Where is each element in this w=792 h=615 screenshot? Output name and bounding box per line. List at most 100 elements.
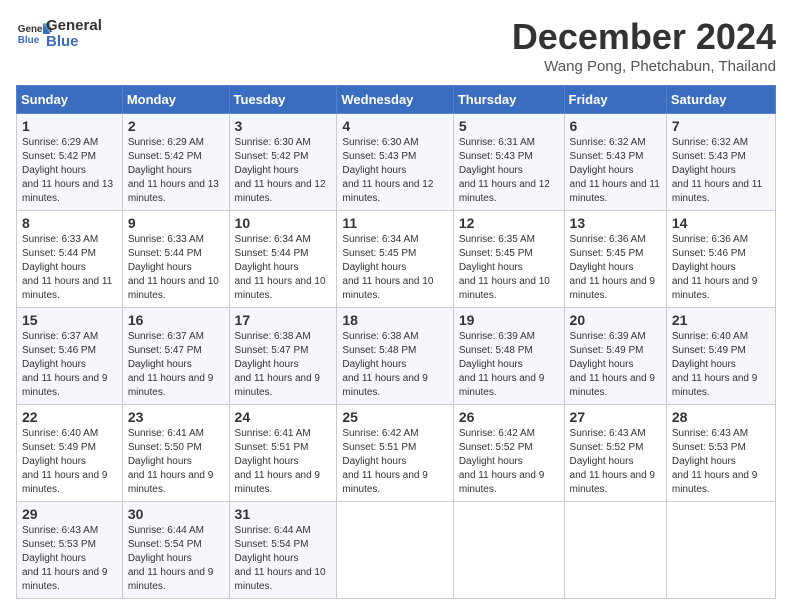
table-row: 29 Sunrise: 6:43 AMSunset: 5:53 PMDayligh… xyxy=(17,502,123,599)
title-area: December 2024 Wang Pong, Phetchabun, Tha… xyxy=(512,16,776,75)
day-info: Sunrise: 6:41 AMSunset: 5:51 PMDaylight … xyxy=(235,427,332,497)
day-number: 24 xyxy=(235,409,332,425)
table-row: 10Sunrise: 6:34 AMSunset: 5:44 PMDayligh… xyxy=(229,211,337,308)
month-title: December 2024 xyxy=(512,16,776,58)
empty-cell xyxy=(666,502,775,599)
day-number: 22 xyxy=(22,409,117,425)
table-row: 9 Sunrise: 6:33 AMSunset: 5:44 PMDaylight… xyxy=(122,211,229,308)
day-number: 19 xyxy=(459,312,559,328)
day-number: 4 xyxy=(342,118,447,134)
header-monday: Monday xyxy=(122,86,229,114)
day-info: Sunrise: 6:43 AMSunset: 5:52 PMDaylight … xyxy=(570,427,661,497)
table-row: 21 Sunrise: 6:40 AMSunset: 5:49 PMDayligh… xyxy=(666,308,775,405)
day-number: 21 xyxy=(672,312,770,328)
table-row: 11 Sunrise: 6:34 AMSunset: 5:45 PMDayligh… xyxy=(337,211,453,308)
table-row: 31Sunrise: 6:44 AMSunset: 5:54 PMDayligh… xyxy=(229,502,337,599)
day-info: Sunrise: 6:40 AMSunset: 5:49 PMDaylight … xyxy=(22,427,117,497)
header-friday: Friday xyxy=(564,86,666,114)
day-number: 20 xyxy=(570,312,661,328)
calendar-week-row: 8 Sunrise: 6:33 AMSunset: 5:44 PMDaylight… xyxy=(17,211,776,308)
table-row: 20 Sunrise: 6:39 AMSunset: 5:49 PMDayligh… xyxy=(564,308,666,405)
day-number: 5 xyxy=(459,118,559,134)
table-row: 7 Sunrise: 6:32 AMSunset: 5:43 PMDaylight… xyxy=(666,114,775,211)
day-number: 11 xyxy=(342,215,447,231)
day-info: Sunrise: 6:33 AMSunset: 5:44 PMDaylight … xyxy=(128,233,224,303)
day-info: Sunrise: 6:31 AMSunset: 5:43 PMDaylight … xyxy=(459,136,559,206)
table-row: 13Sunrise: 6:36 AMSunset: 5:45 PMDayligh… xyxy=(564,211,666,308)
day-info: Sunrise: 6:29 AMSunset: 5:42 PMDaylight … xyxy=(22,136,117,206)
calendar-week-row: 15 Sunrise: 6:37 AMSunset: 5:46 PMDayligh… xyxy=(17,308,776,405)
calendar-week-row: 29 Sunrise: 6:43 AMSunset: 5:53 PMDayligh… xyxy=(17,502,776,599)
day-info: Sunrise: 6:42 AMSunset: 5:51 PMDaylight … xyxy=(342,427,447,497)
day-number: 29 xyxy=(22,506,117,522)
day-number: 6 xyxy=(570,118,661,134)
day-info: Sunrise: 6:32 AMSunset: 5:43 PMDaylight … xyxy=(672,136,770,206)
day-number: 25 xyxy=(342,409,447,425)
day-number: 28 xyxy=(672,409,770,425)
day-info: Sunrise: 6:34 AMSunset: 5:45 PMDaylight … xyxy=(342,233,447,303)
day-info: Sunrise: 6:32 AMSunset: 5:43 PMDaylight … xyxy=(570,136,661,206)
day-number: 27 xyxy=(570,409,661,425)
day-info: Sunrise: 6:34 AMSunset: 5:44 PMDaylight … xyxy=(235,233,332,303)
logo-line2: Blue xyxy=(46,34,102,51)
calendar-week-row: 22 Sunrise: 6:40 AMSunset: 5:49 PMDayligh… xyxy=(17,405,776,502)
day-info: Sunrise: 6:30 AMSunset: 5:42 PMDaylight … xyxy=(235,136,332,206)
header: General Blue General Blue December 2024 … xyxy=(16,16,776,75)
day-info: Sunrise: 6:43 AMSunset: 5:53 PMDaylight … xyxy=(22,524,117,594)
day-info: Sunrise: 6:43 AMSunset: 5:53 PMDaylight … xyxy=(672,427,770,497)
table-row: 18Sunrise: 6:38 AMSunset: 5:48 PMDayligh… xyxy=(337,308,453,405)
calendar-table: Sunday Monday Tuesday Wednesday Thursday… xyxy=(16,85,776,599)
day-number: 1 xyxy=(22,118,117,134)
table-row: 25 Sunrise: 6:42 AMSunset: 5:51 PMDayligh… xyxy=(337,405,453,502)
table-row: 28 Sunrise: 6:43 AMSunset: 5:53 PMDayligh… xyxy=(666,405,775,502)
table-row: 5 Sunrise: 6:31 AMSunset: 5:43 PMDaylight… xyxy=(453,114,564,211)
day-info: Sunrise: 6:40 AMSunset: 5:49 PMDaylight … xyxy=(672,330,770,400)
header-tuesday: Tuesday xyxy=(229,86,337,114)
logo-line1: General xyxy=(46,18,102,35)
day-number: 8 xyxy=(22,215,117,231)
calendar-week-row: 1 Sunrise: 6:29 AMSunset: 5:42 PMDaylight… xyxy=(17,114,776,211)
empty-cell xyxy=(337,502,453,599)
day-info: Sunrise: 6:35 AMSunset: 5:45 PMDaylight … xyxy=(459,233,559,303)
header-saturday: Saturday xyxy=(666,86,775,114)
header-thursday: Thursday xyxy=(453,86,564,114)
day-number: 26 xyxy=(459,409,559,425)
svg-text:Blue: Blue xyxy=(18,35,40,46)
table-row: 26 Sunrise: 6:42 AMSunset: 5:52 PMDayligh… xyxy=(453,405,564,502)
day-info: Sunrise: 6:37 AMSunset: 5:46 PMDaylight … xyxy=(22,330,117,400)
table-row: 16Sunrise: 6:37 AMSunset: 5:47 PMDayligh… xyxy=(122,308,229,405)
table-row: 24 Sunrise: 6:41 AMSunset: 5:51 PMDayligh… xyxy=(229,405,337,502)
day-info: Sunrise: 6:39 AMSunset: 5:49 PMDaylight … xyxy=(570,330,661,400)
day-number: 15 xyxy=(22,312,117,328)
day-info: Sunrise: 6:29 AMSunset: 5:42 PMDaylight … xyxy=(128,136,224,206)
table-row: 17Sunrise: 6:38 AMSunset: 5:47 PMDayligh… xyxy=(229,308,337,405)
day-info: Sunrise: 6:30 AMSunset: 5:43 PMDaylight … xyxy=(342,136,447,206)
day-number: 13 xyxy=(570,215,661,231)
day-number: 18 xyxy=(342,312,447,328)
location-title: Wang Pong, Phetchabun, Thailand xyxy=(512,58,776,75)
day-info: Sunrise: 6:41 AMSunset: 5:50 PMDaylight … xyxy=(128,427,224,497)
day-number: 31 xyxy=(235,506,332,522)
day-number: 2 xyxy=(128,118,224,134)
day-number: 16 xyxy=(128,312,224,328)
header-wednesday: Wednesday xyxy=(337,86,453,114)
table-row: 1 Sunrise: 6:29 AMSunset: 5:42 PMDaylight… xyxy=(17,114,123,211)
day-info: Sunrise: 6:39 AMSunset: 5:48 PMDaylight … xyxy=(459,330,559,400)
table-row: 30 Sunrise: 6:44 AMSunset: 5:54 PMDayligh… xyxy=(122,502,229,599)
table-row: 22 Sunrise: 6:40 AMSunset: 5:49 PMDayligh… xyxy=(17,405,123,502)
day-number: 30 xyxy=(128,506,224,522)
empty-cell xyxy=(453,502,564,599)
day-number: 12 xyxy=(459,215,559,231)
day-info: Sunrise: 6:42 AMSunset: 5:52 PMDaylight … xyxy=(459,427,559,497)
table-row: 12 Sunrise: 6:35 AMSunset: 5:45 PMDayligh… xyxy=(453,211,564,308)
day-number: 7 xyxy=(672,118,770,134)
day-number: 17 xyxy=(235,312,332,328)
day-info: Sunrise: 6:44 AMSunset: 5:54 PMDaylight … xyxy=(128,524,224,594)
day-number: 9 xyxy=(128,215,224,231)
day-info: Sunrise: 6:33 AMSunset: 5:44 PMDaylight … xyxy=(22,233,117,303)
table-row: 15 Sunrise: 6:37 AMSunset: 5:46 PMDayligh… xyxy=(17,308,123,405)
logo: General Blue General Blue xyxy=(16,16,102,52)
table-row: 2 Sunrise: 6:29 AMSunset: 5:42 PMDaylight… xyxy=(122,114,229,211)
empty-cell xyxy=(564,502,666,599)
day-info: Sunrise: 6:36 AMSunset: 5:46 PMDaylight … xyxy=(672,233,770,303)
